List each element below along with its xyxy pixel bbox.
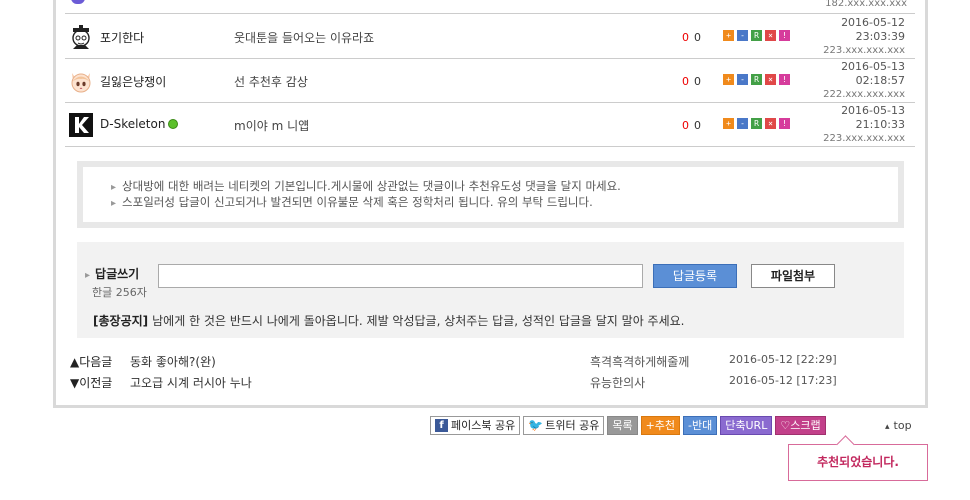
scroll-top-link[interactable]: top xyxy=(885,419,912,432)
notice-line: 스포일러성 답글이 신고되거나 발견되면 이유불문 삭제 혹은 정학처리 됩니다… xyxy=(111,195,898,211)
comment-timestamp: 2016-05-13 21:10:33 223.xxx.xxx.xxx xyxy=(823,104,905,144)
delete-icon[interactable]: × xyxy=(765,30,776,41)
post-date: 2016-05-12 [17:23] xyxy=(729,374,837,387)
attach-file-button[interactable]: 파일첨부 xyxy=(751,264,835,288)
comment-text: 선 추천후 감상 xyxy=(234,75,308,89)
post-title-link[interactable]: 동화 좋아해?(완) xyxy=(130,353,216,370)
oppose-button[interactable]: -반대 xyxy=(683,416,718,435)
comment-actions: + - R × ! xyxy=(723,74,790,85)
twitter-icon: 🐦 xyxy=(528,418,544,432)
notice-line: 상대방에 대한 배려는 네티켓의 기본입니다.게시물에 상관없는 댓글이나 추천… xyxy=(111,179,898,195)
comment-votes: 00 xyxy=(682,31,701,44)
netiquette-notice: 상대방에 대한 배려는 네티켓의 기본입니다.게시물에 상관없는 댓글이나 추천… xyxy=(77,161,904,228)
oppose-icon[interactable]: - xyxy=(737,74,748,85)
avatar xyxy=(71,0,85,4)
comment-text: m이야 m 니얩 xyxy=(234,119,310,133)
reply-icon[interactable]: R xyxy=(751,74,762,85)
post-title-link[interactable]: 고오급 시계 러시아 누나 xyxy=(130,374,252,391)
delete-icon[interactable]: × xyxy=(765,74,776,85)
list-button[interactable]: 목록 xyxy=(607,416,638,435)
admin-notice: [총장공지] 남에게 한 것은 반드시 나에게 돌아옵니다. 제발 악성답글, 상… xyxy=(93,314,685,328)
post-date: 2016-05-12 [22:29] xyxy=(729,353,837,366)
recommend-button[interactable]: +추천 xyxy=(640,416,681,435)
online-status-icon xyxy=(168,119,179,129)
short-url-button[interactable]: 단축URL xyxy=(720,416,773,435)
facebook-icon: f xyxy=(435,419,448,432)
comment-timestamp: 2016-05-12 23:03:39 223.xxx.xxx.xxx xyxy=(823,16,905,56)
submit-reply-button[interactable]: 답글등록 xyxy=(653,264,737,288)
previous-post-row[interactable]: ▼이전글 고오급 시계 러시아 누나 유능한의사 2016-05-12 [17:… xyxy=(70,374,840,394)
recommend-icon[interactable]: + xyxy=(723,30,734,41)
report-icon[interactable]: ! xyxy=(779,74,790,85)
recommend-icon[interactable]: + xyxy=(723,118,734,129)
reply-icon[interactable]: R xyxy=(751,118,762,129)
comment-nickname[interactable]: 길잃은냥쟁이 xyxy=(100,73,166,90)
comment-votes: 00 xyxy=(682,75,701,88)
post-author[interactable]: 유능한의사 xyxy=(590,374,645,391)
delete-icon[interactable]: × xyxy=(765,118,776,129)
comment-actions: + - R × ! xyxy=(723,30,790,41)
post-author[interactable]: 흑격흑격하게해줄께 xyxy=(590,353,689,370)
oppose-icon[interactable]: - xyxy=(737,30,748,41)
reply-label: 답글쓰기 xyxy=(85,265,139,282)
reply-input[interactable] xyxy=(158,264,643,288)
reply-icon[interactable]: R xyxy=(751,30,762,41)
comment-nickname[interactable]: 포기한다 xyxy=(100,29,144,46)
comment-row: D-Skeleton m이야 m 니얩 00 + - R × ! 2016-05… xyxy=(65,103,915,147)
report-icon[interactable]: ! xyxy=(779,30,790,41)
action-bar: f 페이스북 공유 🐦 트위터 공유 목록 +추천 -반대 단축URL ♡스크랩 xyxy=(430,416,826,435)
comment-timestamp: 2016-05-13 02:18:57 222.xxx.xxx.xxx xyxy=(823,60,905,100)
comment-row: 포기한다 웃대툰을 들어오는 이유라죠 00 + - R × ! 2016-05… xyxy=(65,15,915,59)
twitter-share-button[interactable]: 🐦 트위터 공유 xyxy=(523,416,605,435)
comment-nickname[interactable]: D-Skeleton xyxy=(100,117,179,131)
recommend-icon[interactable]: + xyxy=(723,74,734,85)
next-post-row[interactable]: ▲다음글 동화 좋아해?(완) 흑격흑격하게해줄께 2016-05-12 [22… xyxy=(70,353,840,373)
k-logo-icon xyxy=(69,113,93,137)
comment-text: 웃대툰을 들어오는 이유라죠 xyxy=(234,31,375,45)
char-limit: 한글 256자 xyxy=(92,286,147,299)
facebook-share-button[interactable]: f 페이스북 공유 xyxy=(430,416,521,435)
reply-form: 답글쓰기 한글 256자 답글등록 파일첨부 [총장공지]남에게 한 것은 반드… xyxy=(77,242,904,338)
recommend-confirmation-tooltip: 추천되었습니다. xyxy=(788,444,928,481)
anime-girl-icon xyxy=(71,73,91,93)
comment-actions: + - R × ! xyxy=(723,118,790,129)
oppose-icon[interactable]: - xyxy=(737,118,748,129)
doctor-icon xyxy=(72,25,90,49)
comment-row: 길잃은냥쟁이 선 추천후 감상 00 + - R × ! 2016-05-13 … xyxy=(65,59,915,103)
report-icon[interactable]: ! xyxy=(779,118,790,129)
previous-comment-row: 182.xxx.xxx.xxx xyxy=(65,0,915,14)
comment-votes: 00 xyxy=(682,119,701,132)
comment-ip: 182.xxx.xxx.xxx xyxy=(825,0,907,9)
scrap-button[interactable]: ♡스크랩 xyxy=(775,416,826,435)
